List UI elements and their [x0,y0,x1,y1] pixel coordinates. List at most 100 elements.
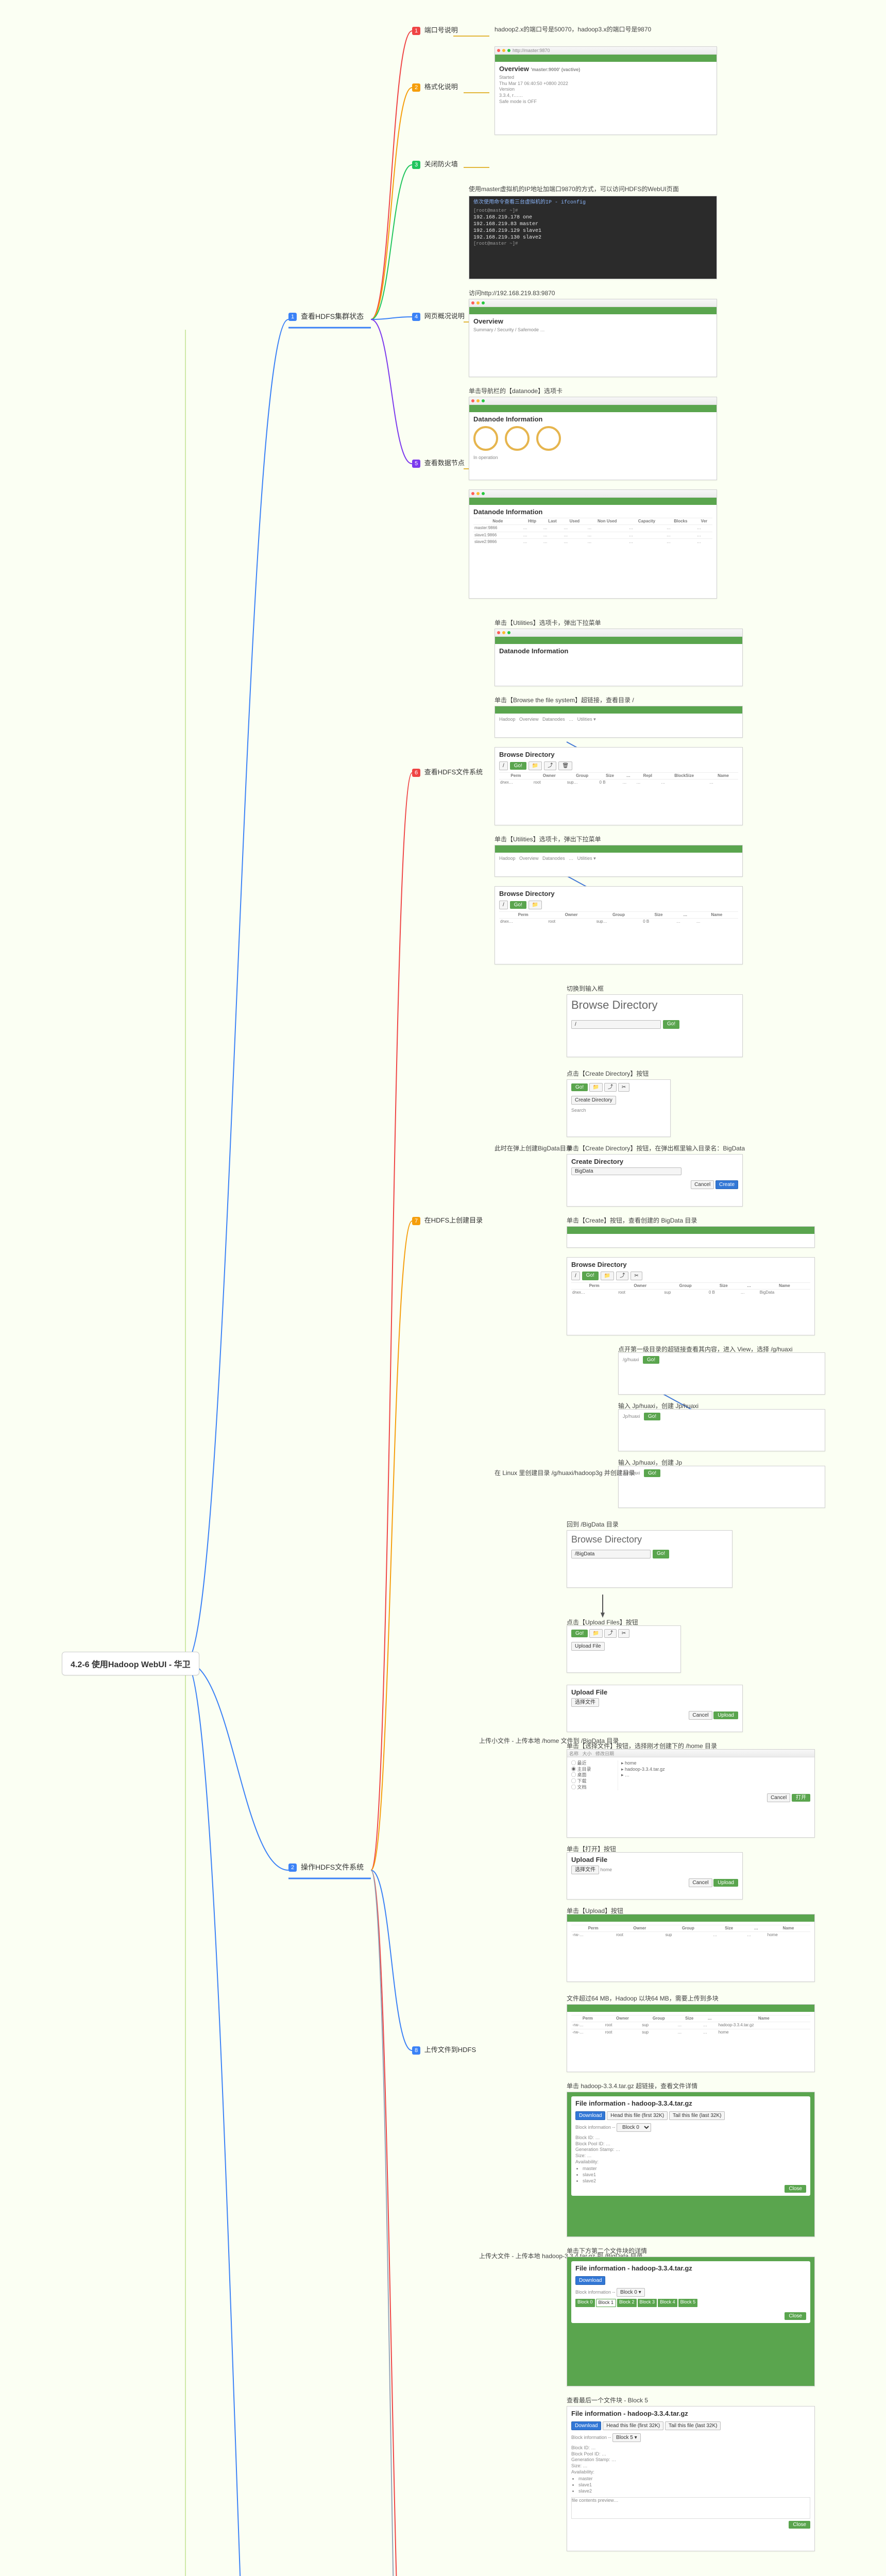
open-btn[interactable]: 打开 [792,1794,810,1802]
img-browse-dir-1: Browse Directory / Go! 📁 ⤴ 🗑 PermOwnerGr… [495,747,743,825]
mkdir-icon[interactable]: 📁 [529,761,542,770]
upload-files-tooltip: Upload File [571,1642,605,1651]
cap-return-bigdata: 回到 /BigData 目录 [567,1520,619,1529]
s1-port-note[interactable]: 1 端口号说明 [412,25,458,35]
s1-fw-badge: 3 [412,161,420,169]
img-browse-headbar: Hadoop Overview Datanodes … Utilities ▾ [495,706,743,738]
root-node[interactable]: 4.2-6 使用Hadoop WebUI - 华卫 [62,1652,199,1675]
s1-dn-sub: 单击导航栏的【datanode】选项卡 [469,386,563,395]
s2-cd-badge: 7 [412,1217,420,1225]
s1-mode-badge: 2 [412,83,420,92]
img-return-bigdata: Browse Directory /BigData Go! [567,1530,732,1588]
ov-title: Overview [499,65,529,73]
dl-btn[interactable]: Download [575,2111,605,2120]
block-select[interactable]: Block 0 [617,2123,651,2132]
s1-port-label: 端口号说明 [424,26,458,34]
ov2-title: Overview [473,317,712,326]
tail-btn[interactable]: Tail this file (last 32K) [669,2111,725,2120]
cap-create-confirm: 单击【Create】按钮，查看创建的 BigData 目录 [567,1216,697,1225]
s1-firewall[interactable]: 3 关闭防火墙 [412,159,458,169]
s2-viewfs[interactable]: 6 查看HDFS文件系统 [412,767,483,777]
cap-popup-input: 单击【Create Directory】按钮，在弹出框里输入目录名：BigDat… [567,1144,745,1153]
cap-click-input: 切换到输入框 [567,984,604,993]
s2-createdir[interactable]: 7 在HDFS上创建目录 [412,1215,483,1225]
choose-file-btn[interactable]: 选择文件 [571,1698,599,1707]
s1-port-badge: 1 [412,27,420,35]
branch-2[interactable]: 2 操作HDFS文件系统 [288,1862,364,1872]
path-input[interactable]: / [499,761,508,770]
img-uploadfiles-icon: Go! 📁 ⤴ ✂ Upload File [567,1625,681,1673]
bd1-title: Browse Directory [499,751,738,759]
img-overview: http://master:9870 Overview 'master:9000… [495,46,717,135]
upload-submit[interactable]: Upload [713,1711,738,1719]
ov-host: 'master:9000' (vactive) [531,67,580,72]
upload-icon[interactable]: ⤴ [544,761,556,770]
cap-input-bigdata: 此时在弹上创建BigData目录 [495,1144,572,1153]
s1-mode-note[interactable]: 2 格式化说明 [412,81,458,92]
s2-cd-label: 在HDFS上创建目录 [424,1216,483,1224]
img-sub2: Jp/huaxi Go! [618,1409,825,1451]
s1-mode-label: 格式化说明 [424,83,458,91]
dir-name-input[interactable] [571,1167,681,1175]
img-filechooser: 名称 大小 修改日期 ◯ 最近◉ 主目录◯ 桌面◯ 下载◯ 文档 ▸ home▸… [567,1749,815,1838]
ifl3: 192.168.219.129 slave1 [473,228,712,234]
ov-row1k: Version [499,87,712,93]
s2-up-badge: 8 [412,2046,420,2055]
img-sub1: /g/huaxi Go! [618,1352,825,1395]
img-after-upload-list: PermOwnerGroupSize…Name -rw-…rootsup……ho… [567,1914,815,1982]
fi-title: File information - hadoop-3.3.4.tar.gz [575,2099,806,2108]
img-createdir-btn: Go! 📁 ⤴ ✂ Create Directory Search [567,1079,671,1137]
branch-1-text: 查看HDFS集群状态 [301,312,364,320]
img-sub3: Jp/huaxi Go! [618,1466,825,1508]
ifl5: [root@master ~]# [473,241,712,247]
fi-close[interactable]: Close [785,2185,806,2193]
util-a2: 单击【Utilities】选项卡，弹出下拉菜单 [495,835,601,843]
util-a: 单击【Utilities】选项卡，弹出下拉菜单 [495,618,601,627]
root-title: 4.2-6 使用Hadoop WebUI - 华卫 [71,1660,191,1669]
img-browse-after-create: Browse Directory / Go! 📁⤴✂ PermOwnerGrou… [567,1257,815,1335]
s1-datanodes[interactable]: 5 查看数据节点 [412,457,465,468]
img-ifconfig: 依次使用命令查看三台虚拟机的IP - ifconfig [root@master… [469,196,717,279]
s1-pd-label: 网页概况说明 [424,312,465,320]
ifcap: 依次使用命令查看三台虚拟机的IP - ifconfig [473,199,712,206]
s1-page-desc[interactable]: 4 网页概况说明 [412,311,465,321]
s1-fw-label: 关闭防火墙 [424,160,458,168]
cd-cancel[interactable]: Cancel [691,1180,714,1189]
img-uploadfile-dialog-1: Upload File 选择文件 Cancel Upload [567,1685,743,1732]
head-btn[interactable]: Head this file (first 32K) [607,2111,668,2120]
s2-vfs-badge: 6 [412,769,420,777]
img-fileinfo-1: File information - hadoop-3.3.4.tar.gz D… [567,2092,815,2237]
ov-row0k: Started [499,75,712,81]
cd-create[interactable]: Create [715,1180,738,1189]
img-datanodes-table: Datanode Information NodeHttpLastUsedNon… [469,489,717,599]
img-uploadfile-dialog-2: Upload File 选择文件 home Cancel Upload [567,1852,743,1900]
go-btn[interactable]: Go! [510,762,526,770]
branch-1-idx: 1 [288,313,297,321]
s1-pd-badge: 4 [412,313,420,321]
ov-row1v: 3.3.4, r…… [499,93,712,99]
img-createdir-dialog: Create Directory Cancel Create [567,1154,743,1207]
branch-1[interactable]: 1 查看HDFS集群状态 [288,311,364,321]
s1-dn-badge: 5 [412,460,420,468]
ifl1: 192.168.219.178 one [473,214,712,221]
ifl0: [root@master ~]# [473,208,712,214]
delete-icon[interactable]: 🗑 [558,761,572,770]
upload-files-icon[interactable]: ⤴ [604,1629,617,1638]
dn-inop: In operation [473,455,712,461]
img-fileinfo-3: File information - hadoop-3.3.4.tar.gz D… [567,2406,815,2551]
ov-safemode: Safe mode is OFF [499,99,712,105]
img-greenmenu: Hadoop Overview Datanodes … Utilities ▾ [495,845,743,877]
linux-cmd-label: 在 Linux 里创建目录 /g/huaxi/hadoop3g 并创建目录 [495,1468,635,1477]
icon-folder-plus[interactable]: 📁 [589,1083,603,1092]
create-dir-button[interactable]: Create Directory [571,1096,616,1105]
search-label: Search [571,1108,666,1114]
s2-upload[interactable]: 8 上传文件到HDFS [412,2044,476,2055]
img-fileinfo-2: File information - hadoop-3.3.4.tar.gz D… [567,2257,815,2386]
s1-fw-sub: 使用master虚拟机的IP地址加端口9870的方式，可以访问HDFS的WebU… [469,184,679,193]
big-bd: Browse Directory [571,998,738,1013]
dn-table: NodeHttpLastUsedNon UsedCapacityBlocksVe… [473,518,712,546]
dn2-title: Datanode Information [473,508,712,517]
cap-upload-small: 上传小文件 - 上传本地 /home 文件到 /BigData 目录 [479,1736,619,1745]
cap-click-second-block: 单击下方第二个文件块的详情 [567,2246,647,2255]
s1-dn-label: 查看数据节点 [424,459,465,467]
